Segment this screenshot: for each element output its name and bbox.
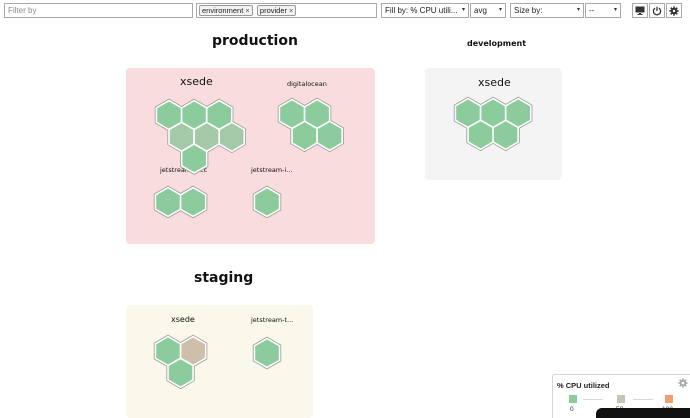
host-hex[interactable] <box>253 186 281 218</box>
chevron-down-icon: ▾ <box>576 7 580 13</box>
remove-tag-icon[interactable]: × <box>289 6 293 15</box>
cluster-label-development-xsede: xsede <box>478 76 511 89</box>
fill-by-value: Fill by: % CPU utili... <box>385 6 458 15</box>
gear-icon <box>669 5 679 16</box>
group-by-field[interactable]: environment × provider × <box>196 3 377 18</box>
group-tag-label: provider <box>259 6 288 15</box>
chevron-down-icon: ▾ <box>613 7 617 13</box>
group-tag-label: environment <box>202 6 244 15</box>
host-hex[interactable] <box>218 121 246 153</box>
environment-title-development: development <box>467 39 527 48</box>
size-aggregation-value: -- <box>589 6 595 15</box>
overlay-corner <box>596 408 690 418</box>
legend-gear-icon[interactable] <box>678 378 688 388</box>
size-aggregation-select[interactable]: -- ▾ <box>585 3 621 18</box>
fill-aggregation-select[interactable]: avg ▾ <box>470 3 506 18</box>
power-icon <box>652 6 662 15</box>
host-hex[interactable] <box>180 143 208 174</box>
fill-aggregation-value: avg <box>474 6 487 15</box>
host-hex[interactable] <box>492 119 520 151</box>
host-hex[interactable] <box>179 186 207 218</box>
host-hex[interactable] <box>467 119 494 151</box>
legend-divider <box>633 399 653 400</box>
cluster-label-production-xsede: xsede <box>180 75 213 88</box>
cluster-label-staging-jetstream-t: jetstream-t... <box>251 316 294 324</box>
group-tag-provider: provider × <box>256 5 297 16</box>
hex-cluster-production-jetstream-i- <box>252 185 282 219</box>
legend-divider <box>583 399 603 400</box>
cluster-label-staging-xsede: xsede <box>171 315 195 324</box>
display-icon <box>635 6 645 15</box>
legend-swatch-low <box>569 395 577 403</box>
cluster-label-production-jetstream-i: jetstream-i... <box>251 166 293 174</box>
host-hex[interactable] <box>253 337 281 369</box>
toolbar: environment× provider× Fill by: % CPU ut… <box>0 0 690 22</box>
group-tag-environment: environment × <box>199 5 253 16</box>
production-group <box>126 68 375 244</box>
host-hex[interactable] <box>291 120 318 152</box>
chevron-down-icon: ▾ <box>498 7 502 13</box>
display-button[interactable] <box>632 3 648 18</box>
chevron-down-icon: ▾ <box>461 7 465 13</box>
hex-cluster-staging-jetstream-t- <box>252 336 282 370</box>
size-by-value: Size by: <box>514 6 543 15</box>
size-by-select[interactable]: Size by: ▾ <box>510 3 584 18</box>
power-button[interactable] <box>649 3 665 18</box>
environment-title-staging: staging <box>194 270 254 286</box>
legend-swatch-mid <box>617 395 625 403</box>
remove-tag-icon[interactable]: × <box>245 6 249 15</box>
legend-label-low: 0 <box>570 406 574 413</box>
environment-title-production: production <box>212 33 298 49</box>
hex-cluster-development-xsede <box>453 96 533 152</box>
host-hex[interactable] <box>167 357 194 389</box>
legend-swatch-high <box>665 395 673 403</box>
fill-by-select[interactable]: Fill by: % CPU utili... ▾ <box>381 3 469 18</box>
legend-title: % CPU utilized <box>557 381 610 390</box>
cluster-label-production-digitalocean: digitalocean <box>287 80 327 88</box>
host-hex[interactable] <box>154 186 182 218</box>
settings-button[interactable] <box>666 3 682 18</box>
host-hex[interactable] <box>316 120 344 152</box>
filter-input[interactable] <box>4 3 193 18</box>
